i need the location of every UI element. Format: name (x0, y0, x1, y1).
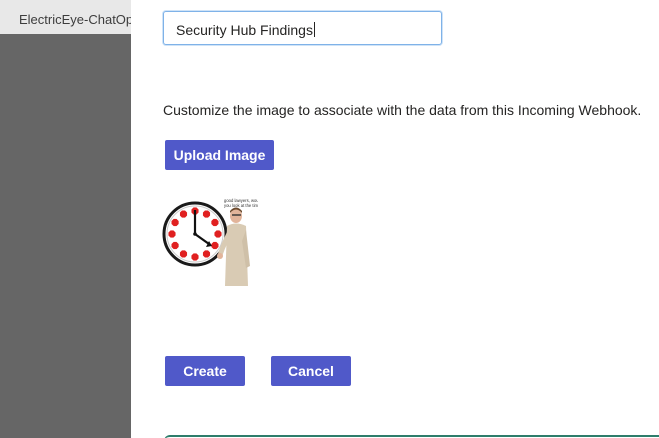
stop-sign-marker (202, 209, 211, 219)
image-description: Customize the image to associate with th… (163, 102, 642, 118)
stop-sign-marker (179, 249, 188, 259)
stop-sign-marker (179, 209, 188, 219)
stop-sign-marker (213, 229, 223, 239)
stop-sign-marker (202, 249, 211, 259)
stop-sign-marker (210, 218, 220, 227)
webhook-config-dialog: Security Hub Findings Customize the imag… (131, 0, 659, 438)
clock-icon (162, 201, 228, 267)
stop-sign-marker (210, 241, 220, 250)
webhook-image-preview: good lawyers, would you look at the time… (162, 186, 258, 288)
text-caret (313, 22, 315, 37)
background-tab-title: ElectricEye-ChatOp (19, 12, 131, 27)
webhook-name-value[interactable]: Security Hub Findings (176, 22, 315, 38)
stop-sign-marker (190, 252, 200, 262)
webhook-name-input[interactable]: Security Hub Findings (163, 11, 442, 45)
stop-sign-marker (170, 218, 180, 227)
stop-sign-marker (167, 229, 177, 239)
create-button[interactable]: Create (165, 356, 245, 386)
upload-image-button[interactable]: Upload Image (165, 140, 274, 170)
background-tab: ElectricEye-ChatOp (0, 0, 131, 34)
cancel-button[interactable]: Cancel (271, 356, 351, 386)
stop-sign-marker (170, 241, 180, 250)
meme-caption: good lawyers, would you look at the time… (224, 198, 258, 208)
